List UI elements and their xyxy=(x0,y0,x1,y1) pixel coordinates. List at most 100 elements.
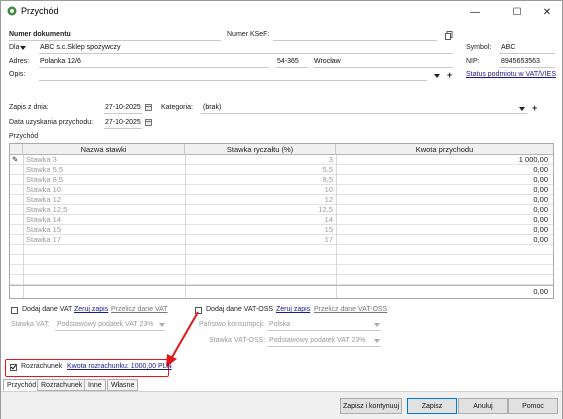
minimize-button[interactable]: — xyxy=(462,1,488,23)
stawka-vat-select[interactable]: Podstawowy podatek VAT 23% xyxy=(57,321,154,328)
cell-kwota-przychodu[interactable]: 0,00 xyxy=(340,205,548,214)
panstwo-select[interactable]: Polska xyxy=(269,321,290,328)
col-kwota-przychodu[interactable]: Kwota przychodu xyxy=(336,144,553,155)
kwota-rozrachunku-link[interactable]: Kwota rozrachunku: 1000,00 PLN xyxy=(67,363,172,370)
cell-stawka-ryczaltu[interactable]: 12,5 xyxy=(188,205,333,214)
table-row[interactable] xyxy=(10,245,553,255)
ksef-input[interactable] xyxy=(273,40,437,41)
row-indicator-header xyxy=(10,144,23,155)
col-nazwa-stawki[interactable]: Nazwa stawki xyxy=(23,144,185,155)
cell-nazwa-stawki[interactable]: Stawka 14 xyxy=(26,215,182,224)
cell-stawka-ryczaltu[interactable]: 5,5 xyxy=(188,165,333,174)
city-value[interactable]: Wrocław xyxy=(314,58,341,65)
table-row[interactable]: ✎ Stawka 3 3 1 000,00 xyxy=(10,155,553,165)
uzyskania-date-value[interactable]: 27-10-2025 xyxy=(105,119,141,126)
total-amount: 0,00 xyxy=(533,287,548,296)
zapis-calendar-icon[interactable] xyxy=(145,104,152,111)
cell-kwota-przychodu[interactable]: 0,00 xyxy=(340,175,548,184)
opis-input[interactable] xyxy=(39,80,427,81)
copy-icon[interactable] xyxy=(445,31,453,40)
add-vat-label[interactable]: Dodaj dane VAT xyxy=(22,306,72,313)
table-row[interactable]: Stawka 12 12 0,00 xyxy=(10,195,553,205)
vat-oss-przelicz-link[interactable]: Przelicz dane VAT-OSS xyxy=(314,306,387,313)
rozrachunek-checkbox[interactable] xyxy=(10,364,17,371)
maximize-button[interactable]: ☐ xyxy=(504,1,530,23)
add-vat-checkbox[interactable] xyxy=(11,307,18,314)
dla-value[interactable]: ABC s.c.Sklep spożywczy xyxy=(40,44,121,51)
cell-kwota-przychodu[interactable]: 0,00 xyxy=(340,185,548,194)
stawka-vat-oss-underline xyxy=(267,346,381,347)
cell-kwota-przychodu[interactable]: 0,00 xyxy=(340,195,548,204)
cell-kwota-przychodu[interactable]: 0,00 xyxy=(340,225,548,234)
cell-stawka-ryczaltu[interactable]: 3 xyxy=(188,155,333,164)
kategoria-value[interactable]: (brak) xyxy=(203,104,221,111)
postal-code-value[interactable]: 54-365 xyxy=(277,58,299,65)
doc-number-input[interactable] xyxy=(9,40,221,41)
cell-kwota-przychodu[interactable]: 0,00 xyxy=(340,235,548,244)
symbol-value[interactable]: ABC xyxy=(501,44,515,51)
table-row[interactable]: Stawka 5,5 5,5 0,00 xyxy=(10,165,553,175)
table-row[interactable] xyxy=(10,265,553,275)
table-row[interactable] xyxy=(10,255,553,265)
stawka-vat-oss-dropdown-icon[interactable] xyxy=(374,339,380,343)
kategoria-add-icon[interactable]: + xyxy=(532,104,537,113)
kategoria-dropdown-icon[interactable] xyxy=(519,107,525,111)
table-row[interactable]: Stawka 14 14 0,00 xyxy=(10,215,553,225)
table-row[interactable] xyxy=(10,275,553,285)
save-button[interactable]: Zapisz xyxy=(407,398,457,414)
cell-kwota-przychodu[interactable]: 1 000,00 xyxy=(340,155,548,164)
nip-value[interactable]: 8945653563 xyxy=(501,58,540,65)
vat-zeruj-link[interactable]: Zeruj zapis xyxy=(74,306,108,313)
table-row[interactable]: Stawka 17 17 0,00 xyxy=(10,235,553,245)
tab-inne[interactable]: Inne xyxy=(84,379,106,391)
table-row[interactable]: Stawka 10 10 0,00 xyxy=(10,185,553,195)
opis-add-icon[interactable]: + xyxy=(447,71,452,80)
cell-nazwa-stawki[interactable]: Stawka 12,5 xyxy=(26,205,182,214)
panstwo-dropdown-icon[interactable] xyxy=(374,323,380,327)
tab-wlasne[interactable]: Własne xyxy=(107,379,139,391)
uzyskania-calendar-icon[interactable] xyxy=(145,119,152,126)
cell-stawka-ryczaltu[interactable]: 15 xyxy=(188,225,333,234)
table-row[interactable]: Stawka 15 15 0,00 xyxy=(10,225,553,235)
vat-przelicz-link[interactable]: Przelicz dane VAT xyxy=(111,306,168,313)
cell-nazwa-stawki[interactable]: Stawka 10 xyxy=(26,185,182,194)
zapis-underline xyxy=(104,113,142,114)
tab-rozrachunek[interactable]: Rozrachunek xyxy=(37,379,87,391)
title-bar: Przychód — ☐ ✕ xyxy=(1,1,562,23)
cell-stawka-ryczaltu[interactable]: 8,5 xyxy=(188,175,333,184)
row-indicator xyxy=(12,215,22,224)
cell-kwota-przychodu[interactable]: 0,00 xyxy=(340,215,548,224)
table-row[interactable]: Stawka 12,5 12,5 0,00 xyxy=(10,205,553,215)
cell-stawka-ryczaltu[interactable]: 17 xyxy=(188,235,333,244)
cell-nazwa-stawki[interactable]: Stawka 15 xyxy=(26,225,182,234)
rozrachunek-label[interactable]: Rozrachunek xyxy=(21,363,62,370)
window-title: Przychód xyxy=(21,6,59,16)
help-button[interactable]: Pomoc xyxy=(508,398,558,414)
cell-stawka-ryczaltu[interactable]: 12 xyxy=(188,195,333,204)
vat-oss-zeruj-link[interactable]: Zeruj zapis xyxy=(276,306,310,313)
status-vat-vies-link[interactable]: Status podmiotu w VAT/VIES xyxy=(466,71,556,78)
close-button[interactable]: ✕ xyxy=(534,1,560,23)
cell-stawka-ryczaltu[interactable]: 10 xyxy=(188,185,333,194)
tab-przychod[interactable]: Przychód xyxy=(3,379,41,391)
cell-nazwa-stawki[interactable]: Stawka 8,5 xyxy=(26,175,182,184)
symbol-underline xyxy=(499,53,555,54)
cell-nazwa-stawki[interactable]: Stawka 3 xyxy=(26,155,182,164)
zapis-date-value[interactable]: 27-10-2025 xyxy=(105,104,141,111)
cell-nazwa-stawki[interactable]: Stawka 17 xyxy=(26,235,182,244)
opis-dropdown-icon[interactable] xyxy=(434,74,440,78)
add-vat-oss-label[interactable]: Dodaj dane VAT-OSS xyxy=(206,306,273,313)
stawka-vat-oss-select[interactable]: Podstawowy podatek VAT 23% xyxy=(269,337,366,344)
table-row[interactable]: Stawka 8,5 8,5 0,00 xyxy=(10,175,553,185)
cancel-button[interactable]: Anuluj xyxy=(458,398,508,414)
cell-stawka-ryczaltu[interactable]: 14 xyxy=(188,215,333,224)
dla-dropdown-icon[interactable] xyxy=(20,46,26,50)
col-stawka-ryczaltu[interactable]: Stawka ryczałtu (%) xyxy=(185,144,336,155)
cell-nazwa-stawki[interactable]: Stawka 5,5 xyxy=(26,165,182,174)
cell-nazwa-stawki[interactable]: Stawka 12 xyxy=(26,195,182,204)
symbol-label: Symbol: xyxy=(466,44,492,51)
cell-kwota-przychodu[interactable]: 0,00 xyxy=(340,165,548,174)
street-value[interactable]: Polanka 12/6 xyxy=(40,58,81,65)
save-continue-button[interactable]: Zapisz i kontynuuj xyxy=(340,398,402,414)
nip-underline xyxy=(499,67,555,68)
